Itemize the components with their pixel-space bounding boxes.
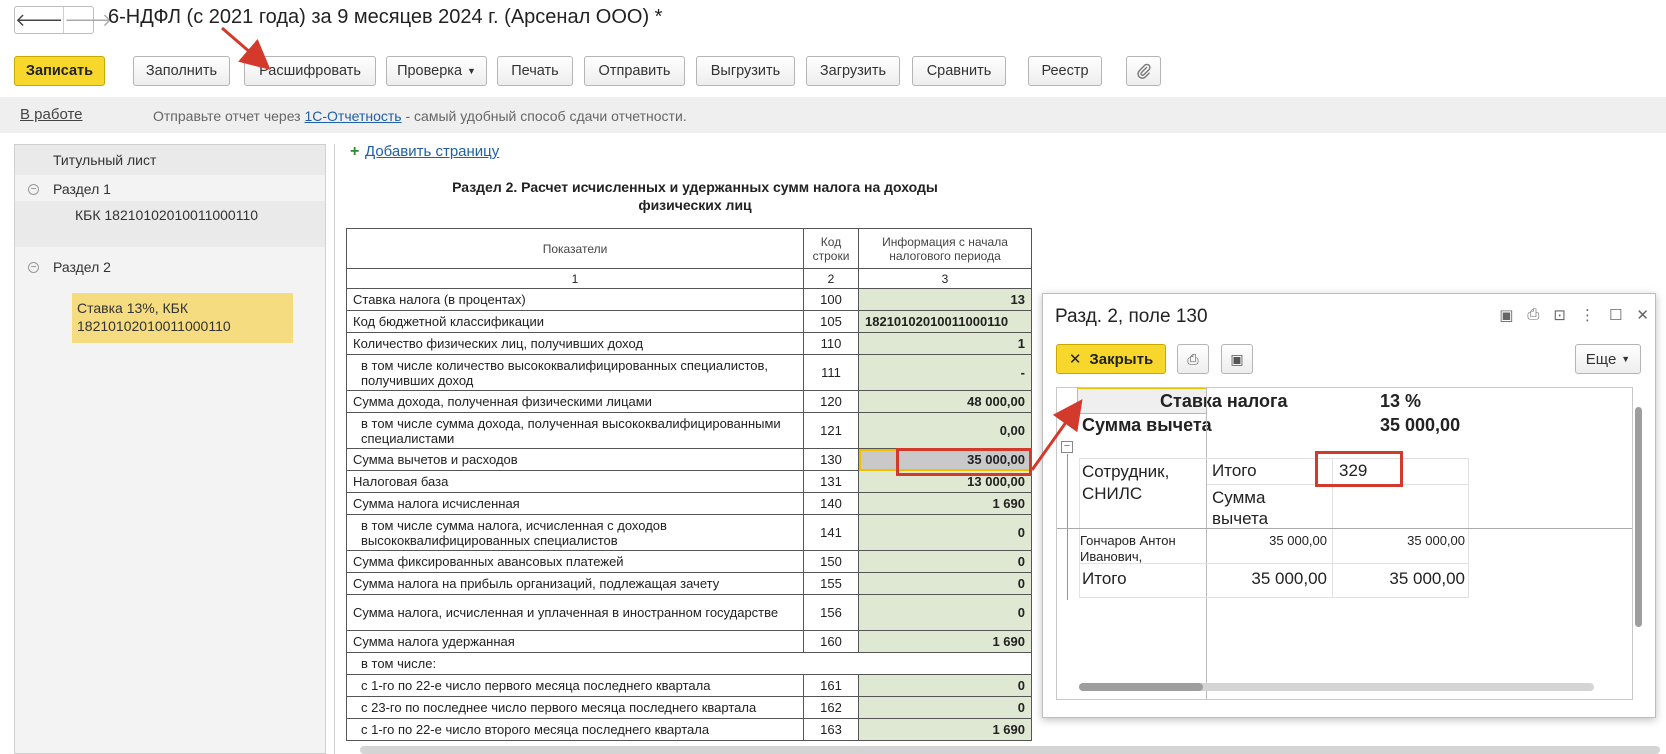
arrow-to-popup [1030, 399, 1083, 471]
annotation-arrows [221, 26, 1083, 471]
arrow-to-decode-button [221, 26, 271, 70]
